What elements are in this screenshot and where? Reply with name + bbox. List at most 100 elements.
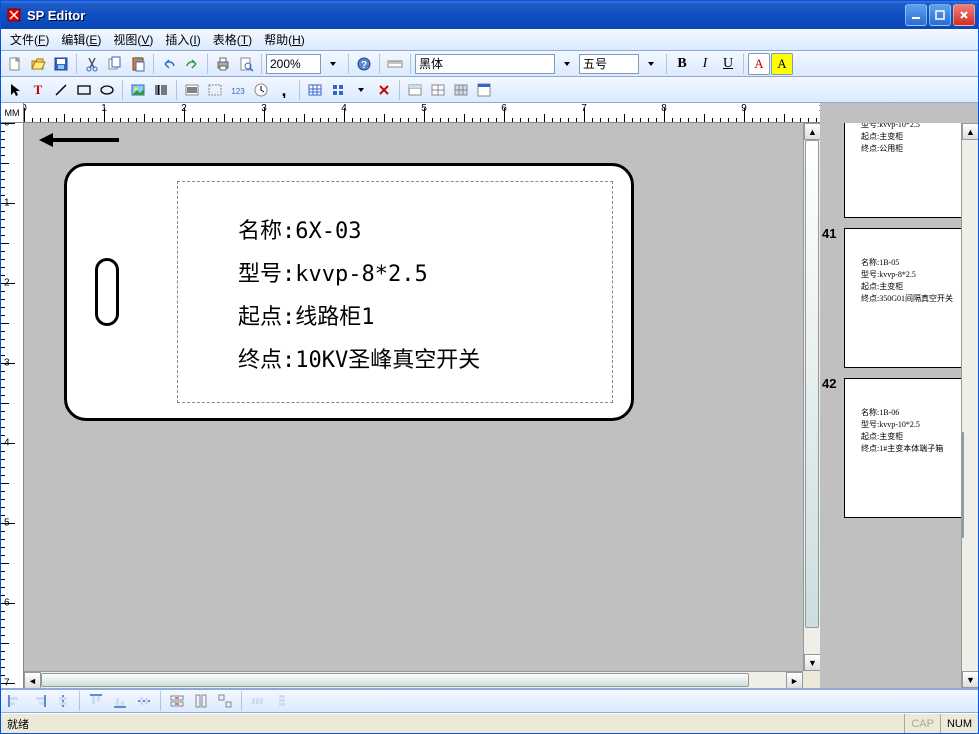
window-title: SP Editor (27, 8, 905, 23)
scroll-up-button[interactable]: ▲ (962, 123, 978, 140)
font-color-button[interactable]: A (748, 53, 770, 75)
bold-button[interactable]: B (671, 53, 693, 75)
svg-text:T: T (34, 82, 43, 97)
align-top-button[interactable] (85, 690, 107, 712)
svg-text:,: , (281, 82, 286, 98)
vertical-scrollbar[interactable]: ▲ ▼ (803, 123, 820, 671)
undo-button[interactable] (158, 53, 180, 75)
table3-button[interactable] (450, 79, 472, 101)
dot-tool-button[interactable]: , (273, 79, 295, 101)
svg-text:123: 123 (231, 87, 245, 96)
menu-table[interactable]: 表格(T) (207, 29, 258, 50)
vertical-ruler: 01234567 (1, 123, 24, 688)
status-bar: 就绪 CAP NUM (1, 713, 978, 733)
field-label: 终点 (238, 348, 282, 373)
font-select[interactable] (415, 54, 555, 74)
line-tool-button[interactable] (50, 79, 72, 101)
align-middle-v-button[interactable] (133, 690, 155, 712)
direction-arrow (39, 135, 119, 145)
font-size-select[interactable] (579, 54, 639, 74)
align-bottom-button[interactable] (109, 690, 131, 712)
align-right-button[interactable] (28, 690, 50, 712)
print-preview-button[interactable] (235, 53, 257, 75)
field-label: 名称 (238, 219, 282, 244)
dist-v-button[interactable] (271, 690, 293, 712)
copy-button[interactable] (104, 53, 126, 75)
thumbnails-list[interactable]: 起点:主变柜终点:350G01间隔真空开关40名称:1B-04型号:kvvp-1… (820, 123, 978, 688)
toolbar-drawing: T 123 , (1, 77, 978, 103)
maximize-button[interactable] (929, 4, 951, 26)
text-tool-button[interactable]: T (27, 79, 49, 101)
redo-button[interactable] (181, 53, 203, 75)
align-left-button[interactable] (4, 690, 26, 712)
same-width-button[interactable] (166, 690, 188, 712)
rectangle-tool-button[interactable] (73, 79, 95, 101)
paste-button[interactable] (127, 53, 149, 75)
label-hole (95, 258, 119, 326)
image-tool-button[interactable] (127, 79, 149, 101)
ruler-unit: MM (1, 103, 24, 123)
time-tool-button[interactable] (250, 79, 272, 101)
thumbnail-item[interactable]: 41名称:1B-05型号:kvvp-8*2.5起点:主变柜终点:350G01间隔… (824, 228, 974, 368)
scroll-down-button[interactable]: ▼ (962, 671, 978, 688)
scroll-left-button[interactable]: ◄ (24, 672, 41, 688)
field-label: 起点 (238, 305, 282, 330)
open-button[interactable] (27, 53, 49, 75)
scroll-right-button[interactable]: ► (786, 672, 803, 688)
select-area-tool-button[interactable] (204, 79, 226, 101)
thumbnail-item[interactable]: 40名称:1B-04型号:kvvp-10*2.5起点:主变柜终点:公用柜 (824, 123, 974, 218)
scroll-up-button[interactable]: ▲ (804, 123, 820, 140)
status-cap: CAP (904, 714, 940, 733)
barcode2-tool-button[interactable] (181, 79, 203, 101)
horizontal-ruler: 012345678910 (24, 103, 820, 123)
scroll-down-button[interactable]: ▼ (804, 654, 820, 671)
same-size-button[interactable] (214, 690, 236, 712)
dist-h-button[interactable] (247, 690, 269, 712)
close-button[interactable] (953, 4, 975, 26)
table1-button[interactable] (404, 79, 426, 101)
title-bar: SP Editor (1, 1, 978, 29)
underline-button[interactable]: U (717, 53, 739, 75)
new-button[interactable] (4, 53, 26, 75)
thumbnails-scrollbar[interactable]: ▲ ▼ (961, 123, 978, 688)
minimize-button[interactable] (905, 4, 927, 26)
cut-button[interactable] (81, 53, 103, 75)
ruler-toggle-button[interactable] (384, 53, 406, 75)
highlight-button[interactable]: A (771, 53, 793, 75)
menu-bar: 文件(F) 编辑(E) 视图(V) 插入(I) 表格(T) 帮助(H) (1, 29, 978, 51)
menu-insert[interactable]: 插入(I) (159, 29, 206, 50)
app-icon (6, 7, 22, 23)
size-dropdown-button[interactable] (640, 53, 662, 75)
ellipse-tool-button[interactable] (96, 79, 118, 101)
barcode-tool-button[interactable] (150, 79, 172, 101)
menu-help[interactable]: 帮助(H) (258, 29, 311, 50)
thumbnail-number: 41 (822, 226, 836, 241)
zoom-dropdown-button[interactable] (322, 53, 344, 75)
save-button[interactable] (50, 53, 72, 75)
grid-dropdown-button[interactable] (350, 79, 372, 101)
grid-insert-button[interactable] (304, 79, 326, 101)
same-height-button[interactable] (190, 690, 212, 712)
canvas[interactable]: 名称:6X-03 型号:kvvp-8*2.5 起点:线路柜1 终点:10KV圣峰… (24, 123, 820, 688)
zoom-select[interactable] (266, 54, 321, 74)
help-button[interactable]: ? (353, 53, 375, 75)
menu-view[interactable]: 视图(V) (107, 29, 159, 50)
print-button[interactable] (212, 53, 234, 75)
font-dropdown-button[interactable] (556, 53, 578, 75)
pointer-tool-button[interactable] (4, 79, 26, 101)
properties-button[interactable] (473, 79, 495, 101)
delete-button[interactable] (373, 79, 395, 101)
menu-edit[interactable]: 编辑(E) (55, 29, 107, 50)
align-center-h-button[interactable] (52, 690, 74, 712)
horizontal-scrollbar[interactable]: ◄ ► (24, 671, 803, 688)
table2-button[interactable] (427, 79, 449, 101)
thumbnail-item[interactable]: 42名称:1B-06型号:kvvp-10*2.5起点:主变柜终点:1#主变本体端… (824, 378, 974, 518)
italic-button[interactable]: I (694, 53, 716, 75)
label-text-area[interactable]: 名称:6X-03 型号:kvvp-8*2.5 起点:线路柜1 终点:10KV圣峰… (177, 181, 613, 403)
counter-tool-button[interactable]: 123 (227, 79, 249, 101)
toolbar-align (1, 689, 978, 713)
menu-file[interactable]: 文件(F) (4, 29, 55, 50)
label-card[interactable]: 名称:6X-03 型号:kvvp-8*2.5 起点:线路柜1 终点:10KV圣峰… (64, 163, 634, 421)
grid-tool-button[interactable] (327, 79, 349, 101)
field-value: 6X-03 (295, 219, 361, 244)
